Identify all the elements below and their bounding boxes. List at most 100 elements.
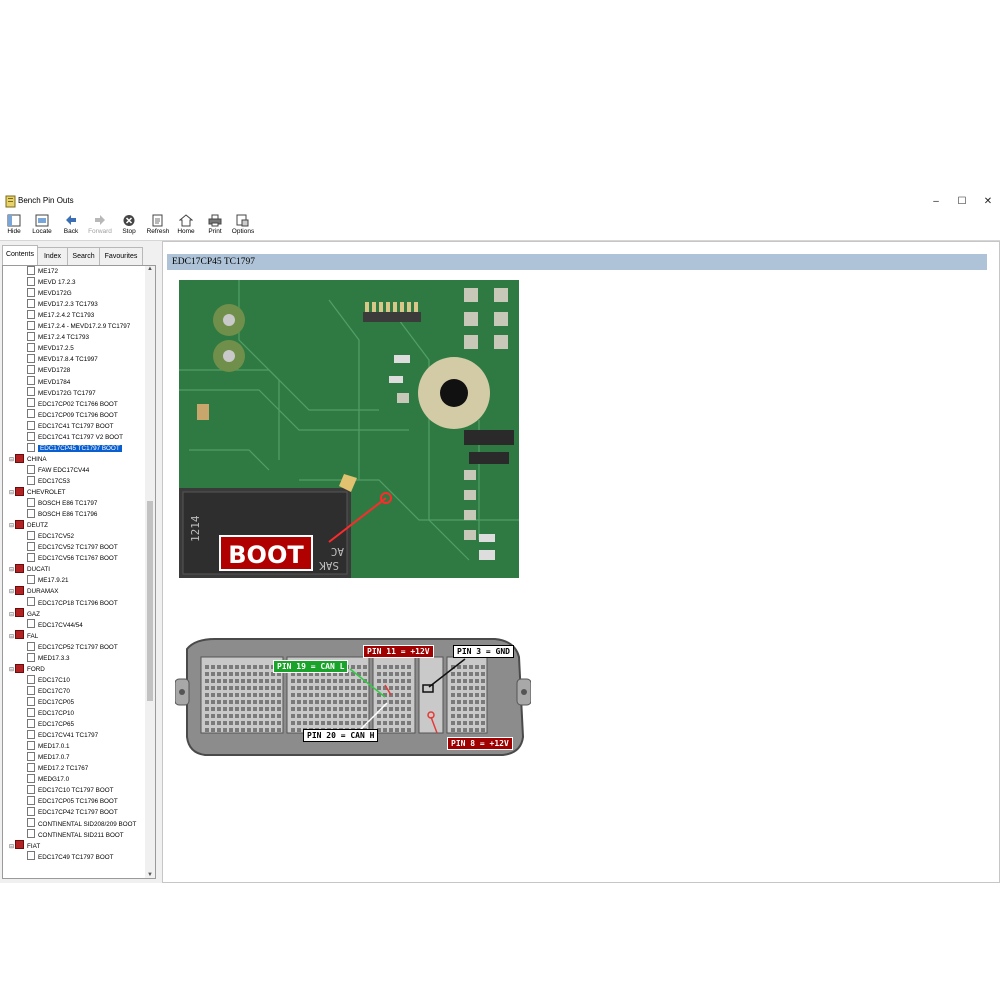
connector-pin xyxy=(475,693,479,697)
tree-topic[interactable]: EDC17CP65 xyxy=(27,718,74,730)
connector-pin xyxy=(205,707,209,711)
tree-scrollbar[interactable]: ▲ ▼ xyxy=(145,266,155,878)
tree-topic[interactable]: EDC17CP45 TC1797 BOOT xyxy=(27,442,122,454)
help-window: Bench Pin Outs – ☐ ✕ Hide Locate Back Fo… xyxy=(0,192,1000,883)
tree-topic[interactable]: EDC17CP02 TC1766 BOOT xyxy=(27,398,118,410)
print-button[interactable]: Print xyxy=(201,214,229,240)
connector-pin xyxy=(277,679,281,683)
tree-topic[interactable]: MED17.2 TC1767 xyxy=(27,763,88,774)
tree-topic[interactable]: EDC17C10 xyxy=(27,674,70,686)
collapse-icon[interactable]: ⊟ xyxy=(9,842,14,853)
connector-pin xyxy=(463,707,467,711)
options-button[interactable]: Options xyxy=(229,214,257,240)
tree-topic[interactable]: MED17.0.7 xyxy=(27,752,70,763)
tree-folder[interactable]: ⊟ CHINA xyxy=(9,453,47,466)
tree-folder[interactable]: ⊟ FORD xyxy=(9,663,45,676)
tree-folder[interactable]: ⊟ DUCATI xyxy=(9,564,50,575)
tree-topic[interactable]: ME17.2.4 - MEVD17.2.9 TC1797 xyxy=(27,321,130,332)
tree-topic[interactable]: EDC17CV52 xyxy=(27,531,74,542)
back-button[interactable]: Back xyxy=(57,214,85,240)
minimize-button[interactable]: – xyxy=(924,192,948,212)
connector-pin xyxy=(463,672,467,676)
tree-topic[interactable]: EDC17C49 TC1797 BOOT xyxy=(27,851,113,863)
tree-topic[interactable]: ME17.2.4 TC1793 xyxy=(27,332,89,343)
tree-topic[interactable]: ME17.2.4.2 TC1793 xyxy=(27,310,94,321)
tree-topic[interactable]: EDC17C41 TC1797 V2 BOOT xyxy=(27,431,123,443)
connector-pin xyxy=(315,693,319,697)
connector-pin xyxy=(271,700,275,704)
hide-button[interactable]: Hide xyxy=(0,214,28,240)
tree-folder[interactable]: ⊟ FAL xyxy=(9,630,38,643)
tree-topic[interactable]: EDC17CV52 TC1797 BOOT xyxy=(27,542,118,553)
tree-folder[interactable]: ⊟ DURAMAX xyxy=(9,586,59,597)
nav-tabs: Contents Index Search Favourites xyxy=(0,245,158,266)
tree-topic[interactable]: MEVD 17.2.3 xyxy=(27,276,75,288)
connector-pin xyxy=(457,714,461,718)
collapse-icon[interactable]: ⊟ xyxy=(9,455,14,466)
tab-contents[interactable]: Contents xyxy=(2,245,38,266)
page-icon xyxy=(27,851,35,861)
chip-marking-ac: AC xyxy=(331,545,344,558)
forward-button[interactable]: Forward xyxy=(86,214,114,240)
connector-pin xyxy=(481,693,485,697)
tree-folder[interactable]: ⊟ CHEVROLET xyxy=(9,486,66,499)
collapse-icon[interactable]: ⊟ xyxy=(9,632,14,643)
collapse-icon[interactable]: ⊟ xyxy=(9,521,14,532)
tree-topic[interactable]: EDC17CP09 TC1796 BOOT xyxy=(27,409,118,421)
tree-topic[interactable]: EDC17CV56 TC1767 BOOT xyxy=(27,553,118,564)
tree-topic[interactable]: ME172 xyxy=(27,266,58,277)
tree-topic[interactable]: MED17.0.1 xyxy=(27,740,70,752)
tab-favourites[interactable]: Favourites xyxy=(99,247,143,265)
collapse-icon[interactable]: ⊟ xyxy=(9,565,14,576)
stop-button[interactable]: Stop xyxy=(115,214,143,240)
tree-topic[interactable]: MEVD172G xyxy=(27,287,72,299)
home-button[interactable]: Home xyxy=(172,214,200,240)
tree-topic[interactable]: EDC17CP05 xyxy=(27,696,74,708)
tree-folder[interactable]: ⊟ FIAT xyxy=(9,840,40,853)
scroll-down-arrow-icon[interactable]: ▼ xyxy=(145,872,155,878)
tree-topic[interactable]: EDC17CP05 TC1796 BOOT xyxy=(27,796,118,807)
tree-topic[interactable]: MEVD1728 xyxy=(27,365,70,376)
collapse-icon[interactable]: ⊟ xyxy=(9,488,14,499)
tree-topic[interactable]: EDC17CP18 TC1796 BOOT xyxy=(27,597,118,609)
locate-button[interactable]: Locate xyxy=(28,214,56,240)
tree-topic[interactable]: EDC17C53 xyxy=(27,475,70,487)
tree-topic[interactable]: BOSCH E86 TC1796 xyxy=(27,508,97,520)
tree-folder[interactable]: ⊟ DEUTZ xyxy=(9,519,48,532)
connector-pin xyxy=(457,672,461,676)
tree-topic[interactable]: EDC17C41 TC1797 BOOT xyxy=(27,420,113,432)
tree-topic[interactable]: CONTINENTAL SID211 BOOT xyxy=(27,829,124,841)
tree-topic[interactable]: EDC17CP10 xyxy=(27,707,74,719)
tree-topic[interactable]: FAW EDC17CV44 xyxy=(27,464,89,476)
tree-topic[interactable]: MEVD1784 xyxy=(27,376,70,388)
tree-topic[interactable]: EDC17CP52 TC1797 BOOT xyxy=(27,641,118,653)
close-button[interactable]: ✕ xyxy=(976,192,1000,212)
tree-topic[interactable]: EDC17CP42 TC1797 BOOT xyxy=(27,807,118,818)
collapse-icon[interactable]: ⊟ xyxy=(9,587,14,598)
tree-topic[interactable]: MED17.3.3 xyxy=(27,652,70,664)
tree-topic[interactable]: CONTINENTAL SID208/209 BOOT xyxy=(27,818,136,830)
collapse-icon[interactable]: ⊟ xyxy=(9,665,14,676)
refresh-button[interactable]: Refresh xyxy=(144,214,172,240)
tree-topic[interactable]: EDC17C10 TC1797 BOOT xyxy=(27,785,113,796)
tree-topic[interactable]: MEVD17.2.5 xyxy=(27,343,74,354)
scroll-thumb[interactable] xyxy=(147,501,153,701)
contents-tree[interactable]: ME172 MEVD 17.2.3 MEVD172G MEVD17.2.3 TC179… xyxy=(2,265,156,879)
tree-topic[interactable]: BOSCH E86 TC1797 xyxy=(27,497,97,509)
tree-topic[interactable]: EDC17C70 xyxy=(27,685,70,697)
tree-topic[interactable]: MEDG17.0 xyxy=(27,774,69,785)
maximize-button[interactable]: ☐ xyxy=(950,192,974,212)
scroll-up-arrow-icon[interactable]: ▲ xyxy=(145,266,155,272)
page-icon xyxy=(27,674,35,684)
collapse-icon[interactable]: ⊟ xyxy=(9,610,14,621)
tab-index[interactable]: Index xyxy=(37,247,68,265)
tab-search[interactable]: Search xyxy=(67,247,100,265)
tree-topic[interactable]: ME17.9.21 xyxy=(27,575,68,586)
tree-topic[interactable]: MEVD17.2.3 TC1793 xyxy=(27,298,98,310)
connector-pin xyxy=(205,665,209,669)
tree-topic[interactable]: MEVD17.8.4 TC1997 xyxy=(27,354,98,365)
tree-topic[interactable]: EDC17CV41 TC1797 xyxy=(27,729,98,741)
tree-folder[interactable]: ⊟ GAZ xyxy=(9,608,40,621)
tree-topic[interactable]: EDC17CV44/54 xyxy=(27,619,83,631)
tree-topic[interactable]: MEVD172G TC1797 xyxy=(27,387,96,399)
